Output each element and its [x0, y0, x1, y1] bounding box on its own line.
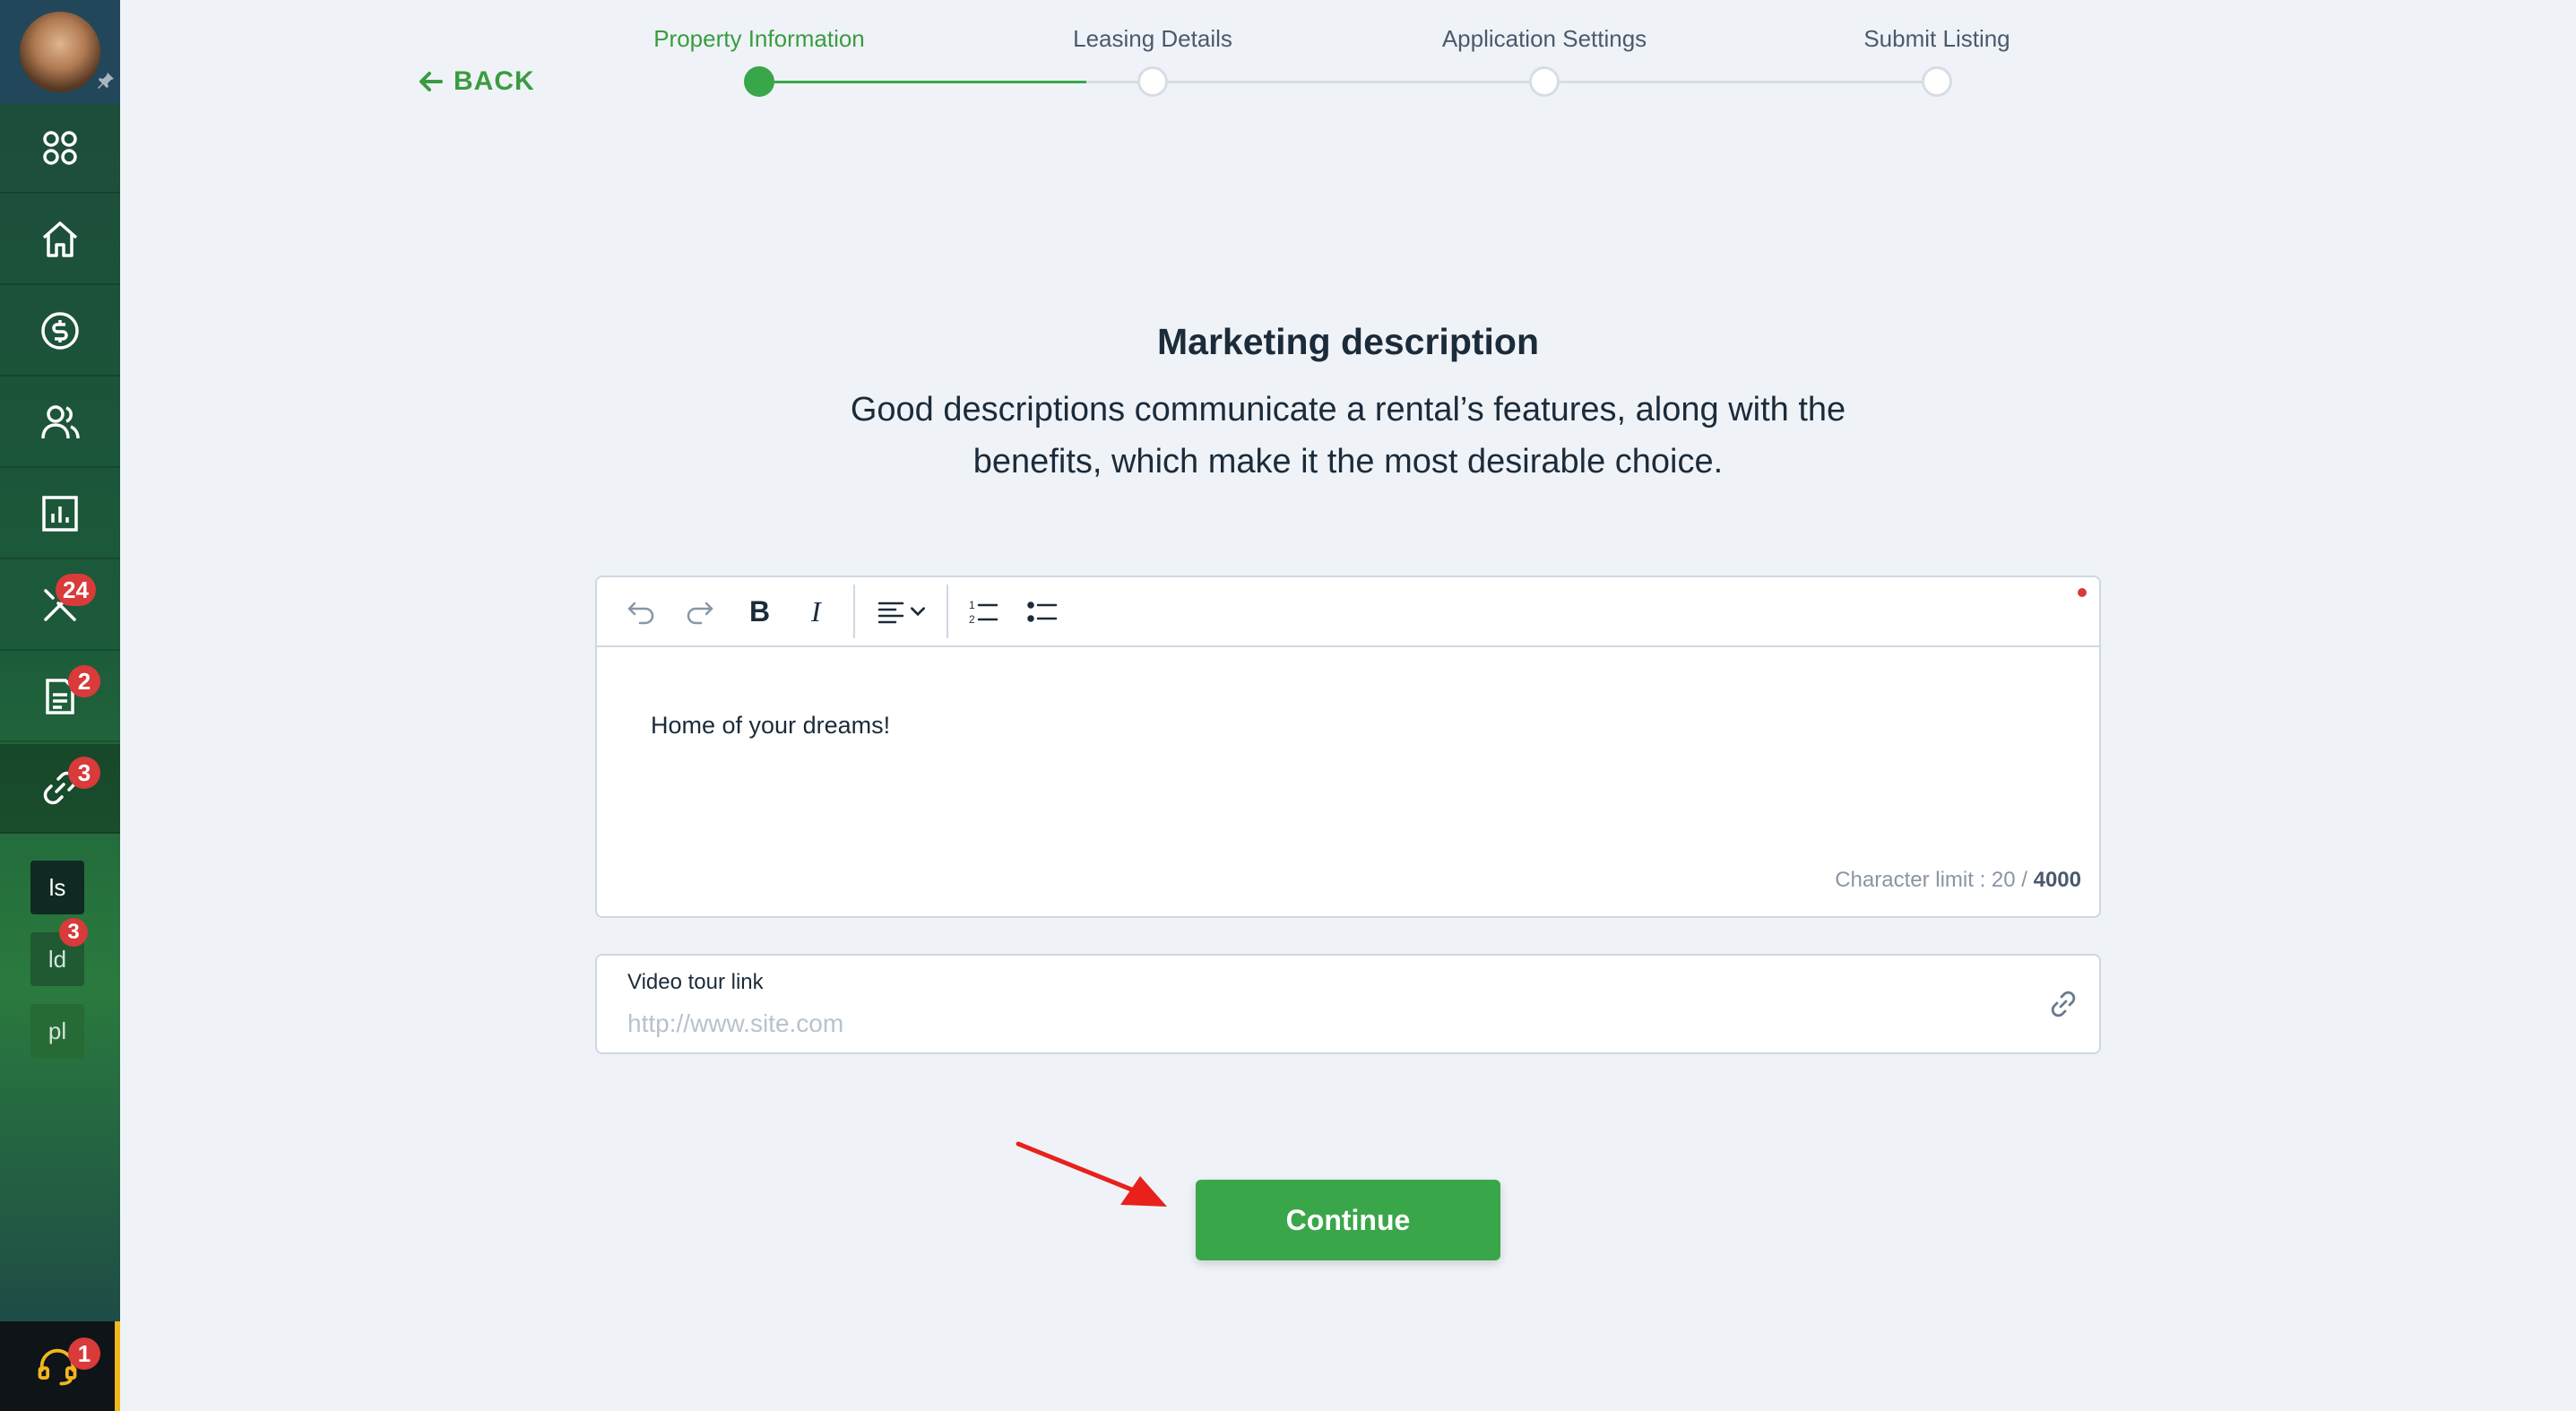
page-subtitle: Good descriptions communicate a rental’s…	[850, 391, 1846, 480]
listings-badge: 3	[68, 757, 100, 789]
pin-icon[interactable]	[95, 70, 117, 91]
step-dot-2[interactable]	[1137, 66, 1168, 97]
mini-tab-label: ld	[48, 945, 67, 973]
svg-text:2: 2	[969, 613, 975, 626]
undo-button[interactable]	[611, 584, 670, 638]
toolbar-divider	[947, 584, 948, 638]
ordered-list-button[interactable]: 12	[954, 584, 1013, 638]
italic-button[interactable]: I	[789, 584, 848, 638]
align-left-icon	[877, 602, 904, 624]
sidebar: 24 2 3 ls ld 3 pl 1	[0, 0, 120, 1411]
redo-icon	[687, 602, 713, 625]
sidebar-item-reports[interactable]	[0, 470, 120, 559]
mini-tab-ld[interactable]: ld 3	[30, 918, 88, 986]
sidebar-item-apps[interactable]	[0, 104, 120, 194]
bullet-list-icon	[1027, 602, 1058, 622]
step-leasing-details[interactable]: Leasing Details	[1018, 25, 1287, 53]
chevron-down-icon	[911, 607, 925, 617]
sidebar-item-home[interactable]	[0, 195, 120, 285]
editor-toolbar: B I 12	[597, 577, 2099, 647]
mini-tab-label: pl	[48, 1017, 67, 1044]
step-submit-listing[interactable]: Submit Listing	[1802, 25, 2071, 53]
ordered-list-icon: 12	[969, 599, 998, 626]
video-tour-input[interactable]	[627, 1006, 1972, 1042]
mini-tab-label: ls	[48, 873, 66, 901]
continue-button[interactable]: Continue	[1196, 1180, 1500, 1260]
video-tour-field[interactable]: Video tour link	[595, 954, 2101, 1054]
svg-text:1: 1	[969, 599, 975, 611]
svg-text:B: B	[749, 595, 770, 628]
sidebar-item-people[interactable]	[0, 378, 120, 468]
mini-tab-pl[interactable]: pl	[30, 1004, 84, 1058]
users-icon	[41, 405, 80, 439]
bullet-list-button[interactable]	[1013, 584, 1072, 638]
toolbar-divider	[853, 584, 855, 638]
page-title: Marketing description	[1156, 321, 1539, 362]
arrow-left-icon	[419, 72, 443, 91]
back-label: BACK	[454, 66, 535, 96]
ld-badge: 3	[59, 918, 88, 947]
align-dropdown[interactable]	[860, 584, 941, 638]
help-badge: 1	[68, 1337, 100, 1370]
sidebar-item-documents[interactable]: 2	[0, 653, 120, 742]
char-limit-max: 4000	[2033, 868, 2081, 892]
sidebar-item-listings[interactable]: 3	[0, 744, 120, 834]
redo-button[interactable]	[670, 584, 730, 638]
description-editor[interactable]: B I 12 Home of your dreams! Character li…	[595, 576, 2101, 918]
undo-icon	[627, 602, 654, 625]
bold-icon: B	[749, 595, 770, 628]
home-icon	[42, 221, 78, 257]
bold-button[interactable]: B	[730, 584, 789, 638]
step-dot-1[interactable]	[744, 66, 774, 97]
sidebar-item-maintenance[interactable]: 24	[0, 561, 120, 651]
chart-icon	[42, 496, 78, 532]
character-limit: Character limit : 20 / 4000	[1835, 868, 2081, 893]
char-limit-count: Character limit : 20 /	[1835, 868, 2034, 892]
step-dot-3[interactable]	[1529, 66, 1560, 97]
progress-line-remaining	[1086, 81, 1938, 83]
step-dot-4[interactable]	[1922, 66, 1952, 97]
italic-icon: I	[810, 595, 822, 628]
editor-content[interactable]: Home of your dreams!	[651, 712, 890, 740]
documents-badge: 2	[68, 665, 100, 697]
svg-text:I: I	[810, 595, 822, 628]
annotation-arrow-icon	[1016, 1141, 1167, 1207]
help-button[interactable]: 1	[0, 1321, 120, 1411]
avatar-area[interactable]	[0, 0, 120, 104]
back-button[interactable]: BACK	[418, 66, 535, 97]
required-indicator	[2078, 588, 2087, 597]
avatar[interactable]	[20, 12, 100, 92]
maintenance-badge: 24	[56, 574, 96, 606]
link-icon	[2051, 991, 2076, 1017]
progress-line-done	[759, 81, 1086, 83]
video-tour-label: Video tour link	[627, 970, 764, 994]
grid-icon	[43, 131, 77, 165]
step-property-information[interactable]: Property Information	[625, 25, 894, 53]
step-application-settings[interactable]: Application Settings	[1410, 25, 1679, 53]
mini-tab-ls[interactable]: ls	[30, 861, 84, 914]
